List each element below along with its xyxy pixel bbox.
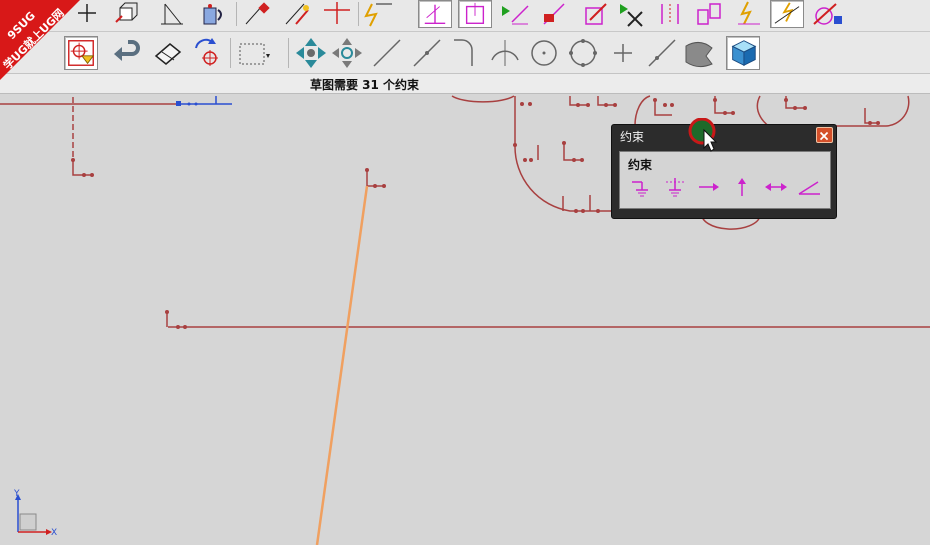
- show-all-constraints-icon[interactable]: [770, 0, 804, 28]
- convert-reference-icon[interactable]: [616, 0, 650, 28]
- fully-fixed-constraint-icon[interactable]: [662, 176, 688, 198]
- face-icon[interactable]: [682, 36, 716, 70]
- close-button[interactable]: [816, 127, 833, 143]
- wcs-triad: Y X: [13, 489, 57, 538]
- auto-dimension-icon[interactable]: [732, 0, 766, 28]
- constant-length-constraint-icon[interactable]: [763, 176, 789, 198]
- move-handles-icon[interactable]: [294, 36, 328, 70]
- toolbar-top: [0, 0, 930, 32]
- sketch-edit-icon[interactable]: [242, 0, 276, 28]
- quick-dimension-icon[interactable]: [362, 0, 396, 28]
- extrude-icon[interactable]: [110, 0, 144, 28]
- fixed-constraint-icon[interactable]: [628, 176, 654, 198]
- vertical-arrow-constraint-icon[interactable]: [729, 176, 755, 198]
- line-cross-icon[interactable]: [320, 0, 354, 28]
- rotate-point-icon[interactable]: [190, 36, 224, 70]
- arc-fillet-icon[interactable]: [448, 36, 482, 70]
- alternate-solution-icon[interactable]: [654, 0, 688, 28]
- wcs-y-label: Y: [13, 489, 20, 499]
- horizontal-arrow-constraint-icon[interactable]: [696, 176, 722, 198]
- update-model-icon[interactable]: [810, 0, 844, 28]
- circle-center-icon[interactable]: [527, 36, 561, 70]
- remove-constraint-icon[interactable]: [538, 0, 572, 28]
- constant-angle-constraint-icon[interactable]: [796, 176, 822, 198]
- animate-dimension-icon[interactable]: [578, 0, 612, 28]
- mouse-cursor: [688, 118, 718, 152]
- status-bar: 草图需要 31 个约束: [0, 74, 930, 94]
- point-on-curve-icon[interactable]: [606, 36, 640, 70]
- infer-constraint-icon[interactable]: [692, 0, 726, 28]
- circle-quadrant-icon[interactable]: [566, 36, 600, 70]
- arc-intersect-icon[interactable]: [488, 36, 522, 70]
- selected-line[interactable]: [315, 185, 369, 545]
- line-tool-icon[interactable]: [370, 36, 404, 70]
- dialog-title: 约束: [620, 130, 645, 144]
- trim-icon[interactable]: [282, 0, 316, 28]
- eraser-icon[interactable]: [150, 36, 184, 70]
- show-constraints-icon[interactable]: [498, 0, 532, 28]
- snap-handles-icon[interactable]: [330, 36, 364, 70]
- tangent-line-icon[interactable]: [645, 36, 679, 70]
- close-icon: [819, 131, 829, 141]
- line-midpoint-icon[interactable]: [410, 36, 444, 70]
- group-label: 约束: [628, 158, 653, 172]
- status-message: 草图需要 31 个约束: [310, 78, 420, 92]
- part-navigator-icon[interactable]: [726, 36, 760, 70]
- wcs-x-label: X: [51, 528, 57, 538]
- rectangle-select-icon[interactable]: [236, 36, 270, 70]
- undo-arrow-icon[interactable]: [110, 36, 144, 70]
- horizontal-constraint-icon[interactable]: [458, 0, 492, 28]
- watermark-badge: 9SUG 学UG就上UG网: [0, 0, 80, 80]
- perpendicular-constraint-icon[interactable]: [418, 0, 452, 28]
- constraint-group: 约束: [619, 151, 831, 209]
- toolbar-bottom: [0, 32, 930, 74]
- dimension-marker: [176, 96, 232, 106]
- datum-plane-icon[interactable]: [155, 0, 189, 28]
- inventor-tool-icon[interactable]: [196, 0, 230, 28]
